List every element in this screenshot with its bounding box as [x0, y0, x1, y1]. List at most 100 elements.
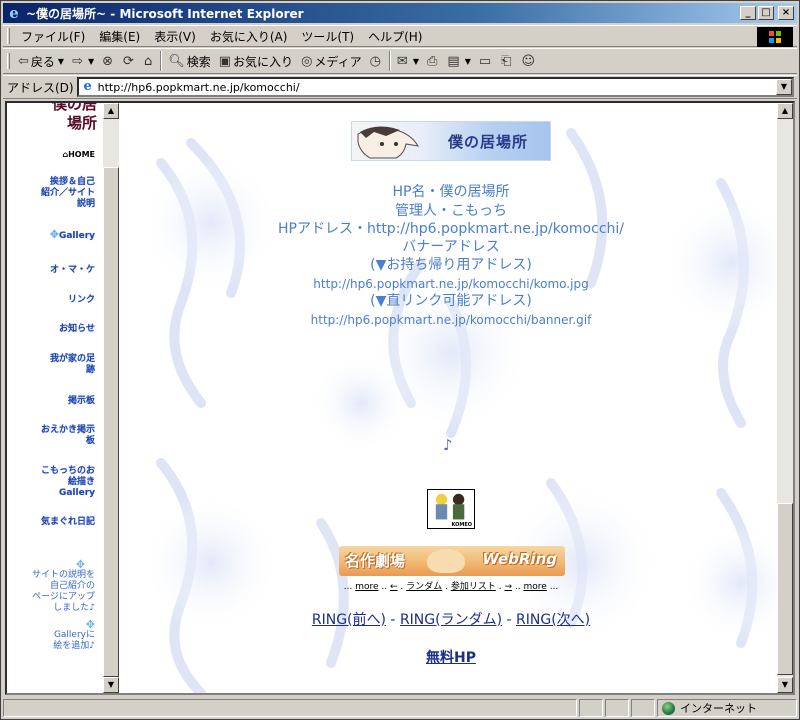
- ringnav-dots: ..: [381, 582, 388, 592]
- toolbar-separator: [388, 51, 391, 71]
- media-button[interactable]: ◎ メディア: [297, 50, 366, 72]
- toolbar-separator: [160, 51, 163, 71]
- mail-button[interactable]: ✉ ▼: [393, 50, 423, 72]
- window-title: ~僕の居場所~ - Microsoft Internet Explorer: [26, 6, 304, 21]
- mail-dropdown-icon[interactable]: ▼: [413, 57, 419, 66]
- sidebar-item-history[interactable]: 我が家の足 跡: [50, 354, 95, 376]
- browser-window: e ~僕の居場所~ - Microsoft Internet Explorer …: [0, 0, 800, 720]
- edit-dropdown-icon[interactable]: ▼: [465, 57, 471, 66]
- main-frame-scrollbar[interactable]: ▲ ▼: [777, 103, 793, 693]
- ringnav-prev[interactable]: ←: [390, 582, 398, 592]
- info-admin: 管理人・こもっち: [395, 203, 507, 219]
- sidebar-item-links[interactable]: リンク: [68, 295, 95, 306]
- home-button[interactable]: ⌂: [140, 50, 158, 72]
- back-button[interactable]: ⇦ 戻る ▼: [14, 50, 68, 72]
- menu-grip: [7, 28, 10, 44]
- messenger-icon: ☺: [521, 53, 536, 69]
- favorites-label: お気に入り: [233, 54, 294, 69]
- menu-help[interactable]: ヘルプ(H): [361, 28, 429, 45]
- ring-prev-link[interactable]: RING(前へ): [312, 612, 386, 628]
- menu-file[interactable]: ファイル(F): [14, 28, 92, 45]
- sidebar-item-about[interactable]: 挨拶＆自己 紹介／サイト 説明: [41, 177, 95, 210]
- security-zone: インターネット: [657, 699, 797, 717]
- sidebar-item-home[interactable]: ⌂HOME: [62, 149, 95, 160]
- ringnav-dots: .: [498, 582, 502, 592]
- sidebar-item-gallery[interactable]: ✥Gallery: [50, 229, 95, 242]
- sidebar-item-news[interactable]: お知らせ: [59, 324, 95, 335]
- ringnav-more-next[interactable]: more: [523, 582, 546, 592]
- sidebar-item-komocchi-gallery[interactable]: こもっちのお 絵描き Gallery: [41, 466, 95, 499]
- discuss-button[interactable]: ▭: [475, 50, 497, 72]
- scroll-up-icon[interactable]: ▲: [777, 103, 793, 119]
- search-button[interactable]: 🔍︎ 検索: [164, 50, 215, 72]
- note-text: Galleryに: [53, 630, 95, 640]
- menu-favorites[interactable]: お気に入り(A): [203, 28, 295, 45]
- ringnav-random[interactable]: ランダム: [406, 582, 442, 592]
- menu-view[interactable]: 表示(V): [147, 28, 203, 45]
- address-field[interactable]: e ▼: [76, 77, 794, 97]
- status-text: [3, 699, 577, 717]
- stop-button[interactable]: ⊗: [98, 50, 119, 72]
- scroll-thumb[interactable]: [777, 503, 793, 675]
- minimize-button[interactable]: _: [740, 6, 756, 20]
- refresh-button[interactable]: ⟳: [119, 50, 140, 72]
- ringnav-dots: ...: [549, 582, 559, 592]
- sidebar-item-label: おえかき掲示: [40, 425, 95, 435]
- page-icon: e: [83, 79, 92, 94]
- status-cell: [605, 699, 629, 717]
- sidebar-item-omake[interactable]: オ・マ・ケ: [50, 265, 95, 276]
- info-takeout-url: http://hp6.popkmart.ne.jp/komocchi/komo.…: [313, 277, 589, 291]
- forward-dropdown-icon[interactable]: ▼: [88, 57, 94, 66]
- print-icon: ⎙: [426, 53, 438, 69]
- ringnav-list[interactable]: 参加リスト: [451, 582, 496, 592]
- sidebar-item-oekaki[interactable]: おえかき掲示 板: [41, 425, 95, 447]
- scroll-up-icon[interactable]: ▲: [103, 103, 119, 119]
- print-button[interactable]: ⎙: [423, 50, 443, 72]
- note-text: サイトの説明を: [31, 570, 95, 580]
- ring-next-link[interactable]: RING(次へ): [516, 612, 590, 628]
- messenger-button[interactable]: ☺: [518, 50, 542, 72]
- research-button[interactable]: ⎗: [497, 50, 517, 72]
- scroll-down-icon[interactable]: ▼: [103, 677, 119, 693]
- sidebar-item-diary[interactable]: 気まぐれ日記: [41, 517, 95, 528]
- avatar-image[interactable]: KOMEO: [427, 489, 475, 529]
- sidebar-item-bbs[interactable]: 掲示板: [68, 396, 95, 407]
- back-arrow-icon: ⇦: [18, 53, 29, 69]
- forward-button[interactable]: ⇨ ▼: [68, 50, 98, 72]
- search-label: 検索: [186, 54, 211, 69]
- menu-edit[interactable]: 編集(E): [92, 28, 147, 45]
- ring-separator: -: [506, 612, 512, 628]
- ringnav-next[interactable]: →: [504, 582, 512, 592]
- left-frame-scrollbar[interactable]: ▲ ▼: [103, 103, 119, 693]
- back-dropdown-icon[interactable]: ▼: [58, 57, 64, 66]
- zone-label: インターネット: [680, 702, 757, 715]
- address-input[interactable]: [97, 80, 776, 94]
- maximize-button[interactable]: □: [758, 6, 774, 20]
- ring-random-link[interactable]: RING(ランダム): [400, 612, 502, 628]
- sidebar-note-about: ✥ サイトの説明を 自己紹介の ページにアップ しました♪: [32, 559, 95, 614]
- avatar-caption: KOMEO: [451, 522, 472, 528]
- edit-button[interactable]: ▤ ▼: [443, 50, 474, 72]
- left-frame: 僕の居 場所 ⌂HOME 挨拶＆自己 紹介／サイト 説明 ✥Gallery オ・…: [7, 103, 121, 693]
- windows-logo-icon: [757, 27, 793, 47]
- address-dropdown-icon[interactable]: ▼: [776, 79, 792, 95]
- free-hp-link[interactable]: 無料HP: [121, 647, 781, 667]
- ringnav-more-prev[interactable]: more: [355, 582, 378, 592]
- info-site-name: HP名・僕の居場所: [392, 184, 510, 200]
- history-button[interactable]: ◷: [366, 50, 387, 72]
- close-button[interactable]: ×: [778, 6, 794, 20]
- scroll-thumb[interactable]: [103, 167, 119, 677]
- sidebar-title-line2: 場所: [66, 114, 97, 132]
- sidebar-item-label: リンク: [67, 295, 95, 305]
- webring-banner[interactable]: 名作劇場 WebRing: [339, 546, 565, 576]
- back-label: 戻る: [30, 54, 55, 69]
- sidebar-item-label: 絵描き: [67, 477, 95, 487]
- toolbar: ⇦ 戻る ▼ ⇨ ▼ ⊗ ⟳ ⌂ 🔍︎ 検索 ▣ お気に入り ◎ メディア ◷ …: [3, 48, 797, 74]
- favorites-button[interactable]: ▣ お気に入り: [215, 50, 297, 72]
- music-note-icon[interactable]: ♪: [443, 436, 453, 454]
- sidebar-item-label: お知らせ: [59, 324, 95, 334]
- status-cell: [631, 699, 655, 717]
- menu-tools[interactable]: ツール(T): [294, 28, 361, 45]
- scroll-down-icon[interactable]: ▼: [777, 677, 793, 693]
- address-bar: アドレス(D) e ▼: [3, 75, 797, 99]
